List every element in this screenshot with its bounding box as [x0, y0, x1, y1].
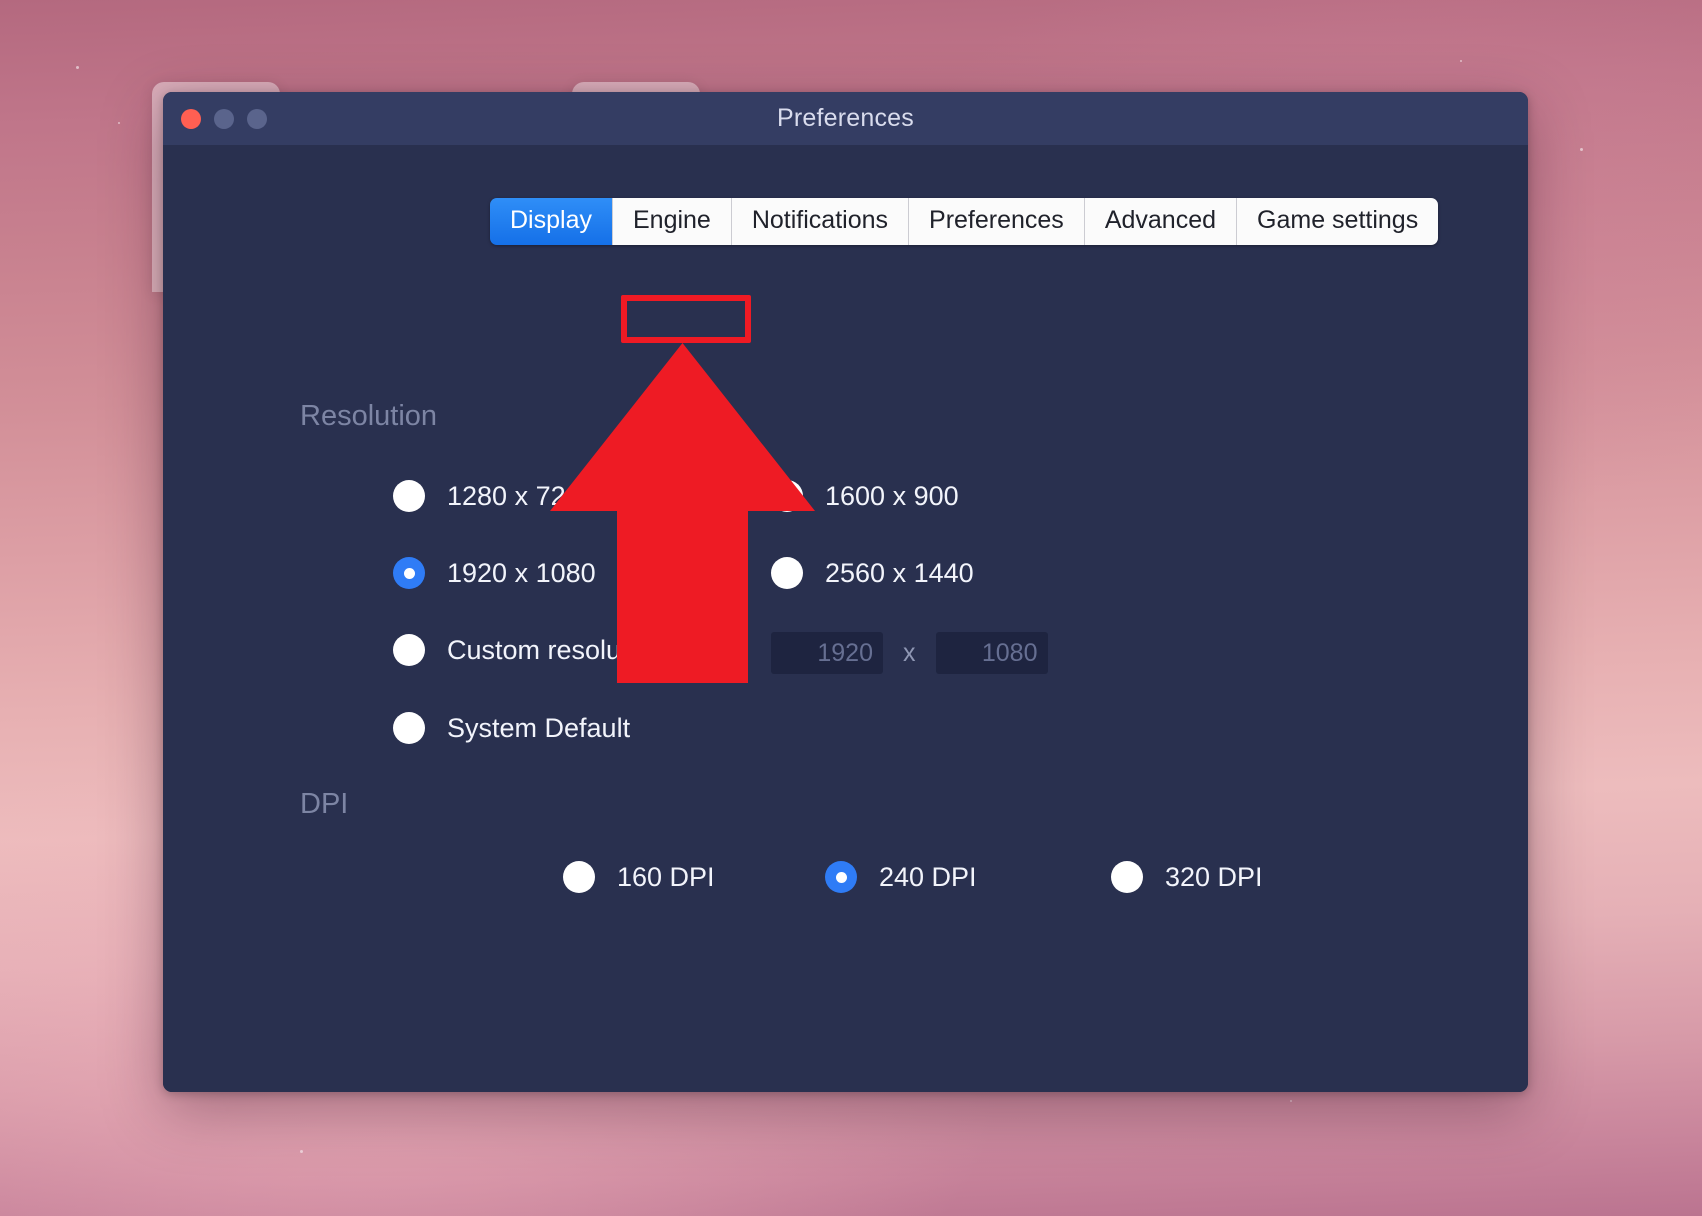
preferences-window: Preferences Display Engine Notifications…	[163, 92, 1528, 1092]
tab-display[interactable]: Display	[490, 198, 612, 245]
window-titlebar[interactable]: Preferences	[163, 92, 1528, 145]
traffic-light-group	[181, 108, 267, 129]
window-title: Preferences	[777, 104, 914, 132]
radio-row-resolution-1600x900[interactable]: 1600 x 900	[771, 480, 959, 512]
radio-icon-dpi-240[interactable]	[825, 861, 857, 893]
radio-icon-2560x1440[interactable]	[771, 557, 803, 589]
wallpaper-star	[300, 1150, 303, 1153]
radio-label-1280x720: 1280 x 720	[447, 480, 581, 511]
tab-notifications[interactable]: Notifications	[730, 198, 909, 245]
dpi-section-label: DPI	[300, 788, 349, 820]
wallpaper-star	[118, 122, 120, 124]
radio-label-custom-resolution: Custom resolution	[447, 634, 665, 665]
radio-row-dpi-160[interactable]: 160 DPI	[563, 861, 715, 893]
radio-icon-custom-resolution[interactable]	[393, 634, 425, 666]
maximize-window-button[interactable]	[247, 108, 267, 129]
radio-label-1920x1080: 1920 x 1080	[447, 557, 596, 588]
tab-preferences[interactable]: Preferences	[908, 198, 1084, 245]
radio-row-resolution-2560x1440[interactable]: 2560 x 1440	[771, 557, 974, 589]
radio-icon-1280x720[interactable]	[393, 480, 425, 512]
desktop-wallpaper: Preferences Display Engine Notifications…	[0, 0, 1702, 1216]
custom-resolution-separator: x	[903, 638, 916, 667]
wallpaper-star	[76, 66, 79, 69]
wallpaper-star	[1460, 60, 1462, 62]
radio-icon-system-default[interactable]	[393, 712, 425, 744]
custom-width-input[interactable]	[771, 632, 883, 674]
tab-advanced[interactable]: Advanced	[1083, 198, 1237, 245]
radio-icon-dpi-320[interactable]	[1111, 861, 1143, 893]
wallpaper-star	[1580, 148, 1583, 151]
custom-resolution-row: x	[771, 632, 1048, 674]
radio-row-resolution-1920x1080[interactable]: 1920 x 1080	[393, 557, 596, 589]
close-window-button[interactable]	[181, 108, 201, 129]
minimize-window-button[interactable]	[214, 108, 234, 129]
window-body: Display Engine Notifications Preferences…	[163, 145, 1528, 1092]
radio-icon-1600x900[interactable]	[771, 480, 803, 512]
radio-label-system-default: System Default	[447, 712, 631, 743]
radio-label-2560x1440: 2560 x 1440	[825, 557, 974, 588]
tab-game-settings[interactable]: Game settings	[1236, 198, 1439, 245]
annotation-highlight-box	[621, 295, 751, 343]
custom-height-input[interactable]	[935, 632, 1048, 674]
radio-row-resolution-custom[interactable]: Custom resolution	[393, 634, 665, 666]
radio-label-dpi-160: 160 DPI	[617, 861, 715, 892]
radio-icon-dpi-160[interactable]	[563, 861, 595, 893]
radio-row-dpi-240[interactable]: 240 DPI	[825, 861, 977, 893]
tab-engine[interactable]: Engine	[611, 198, 731, 245]
radio-row-dpi-320[interactable]: 320 DPI	[1111, 861, 1263, 893]
radio-label-dpi-240: 240 DPI	[879, 861, 977, 892]
wallpaper-star	[1290, 1100, 1292, 1102]
radio-icon-1920x1080[interactable]	[393, 557, 425, 589]
radio-label-1600x900: 1600 x 900	[825, 480, 959, 511]
radio-row-resolution-system-default[interactable]: System Default	[393, 712, 630, 744]
resolution-section-label: Resolution	[300, 400, 438, 432]
tab-bar: Display Engine Notifications Preferences…	[490, 198, 1439, 245]
radio-row-resolution-1280x720[interactable]: 1280 x 720	[393, 480, 581, 512]
radio-label-dpi-320: 320 DPI	[1165, 861, 1263, 892]
